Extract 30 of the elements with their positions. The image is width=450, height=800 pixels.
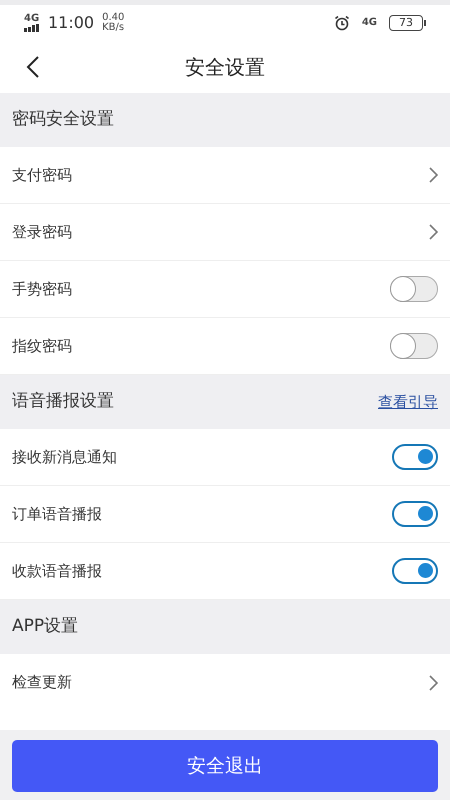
signal-icon <box>24 24 40 32</box>
page-title: 安全设置 <box>185 54 265 80</box>
network-label: 4G <box>24 14 40 24</box>
row-label: 订单语音播报 <box>12 504 102 525</box>
section-title: 语音播报设置 <box>12 390 114 414</box>
row-label: 检查更新 <box>12 672 72 694</box>
section-title: APP设置 <box>12 615 78 638</box>
row-label: 手势密码 <box>12 278 72 300</box>
network-label: 4G <box>362 18 377 28</box>
battery-percent: 73 <box>399 16 413 28</box>
alarm-clock-icon <box>334 14 350 30</box>
row-label: 指纹密码 <box>12 336 72 357</box>
status-time: 11:00 <box>48 12 94 34</box>
guide-link[interactable]: 查看引导 <box>378 390 438 414</box>
row-label: 登录密码 <box>12 222 72 243</box>
section-title: 密码安全设置 <box>12 108 114 132</box>
row-label: 接收新消息通知 <box>12 446 117 468</box>
chevron-right-icon <box>429 674 438 690</box>
chevron-right-icon <box>429 167 438 183</box>
toggle-switch[interactable] <box>390 333 438 359</box>
speed-unit: KB/s <box>102 22 124 32</box>
row-label: 收款语音播报 <box>12 560 102 582</box>
toggle-switch[interactable] <box>392 558 438 584</box>
toggle-switch[interactable] <box>390 276 438 302</box>
chevron-right-icon <box>429 224 438 240</box>
toggle-switch[interactable] <box>392 501 438 527</box>
speed-value: 0.40 <box>102 12 124 22</box>
toggle-switch[interactable] <box>392 444 438 470</box>
logout-button[interactable]: 安全退出 <box>12 740 438 792</box>
row-label: 支付密码 <box>12 164 72 186</box>
